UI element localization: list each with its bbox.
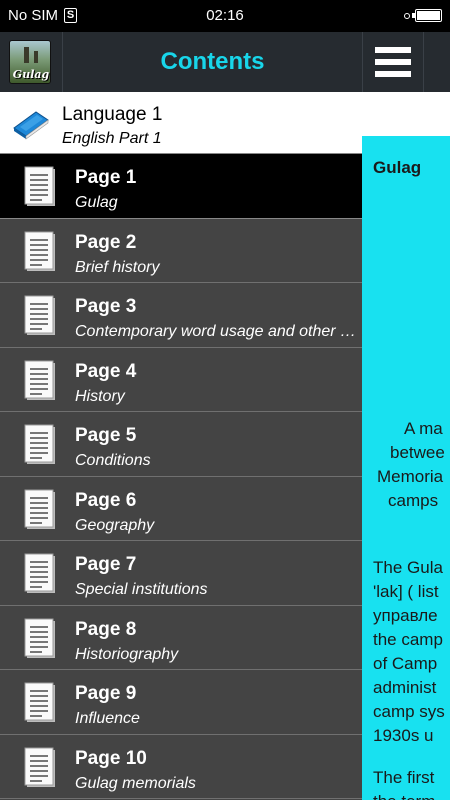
document-icon <box>24 295 55 335</box>
page-subtitle: Contemporary word usage and other meanin… <box>75 323 360 340</box>
document-icon <box>24 618 55 658</box>
document-icon <box>24 747 55 787</box>
article-content[interactable]: Gulag A ma betwee Memoria camps The Gula… <box>362 136 450 800</box>
page-list-item-1[interactable]: Page 1 Gulag <box>0 154 362 219</box>
page-subtitle: Historiography <box>75 645 179 663</box>
page-list: Page 1 Gulag Page 2 Brief history Page 3… <box>0 154 362 799</box>
page-list-item-10[interactable]: Page 10 Gulag memorials <box>0 734 362 799</box>
page-title: Page 4 <box>75 360 137 382</box>
article-heading: Gulag <box>373 158 422 177</box>
page-list-item-4[interactable]: Page 4 History <box>0 347 362 412</box>
hamburger-bar <box>375 47 411 53</box>
logo-tower-shape <box>24 47 29 63</box>
page-title: Page 10 <box>75 747 147 769</box>
image-caption-line: A ma <box>404 419 443 438</box>
book-icon <box>13 111 49 140</box>
alarm-icon <box>404 13 410 19</box>
main-toolbar <box>362 32 450 92</box>
language-subtitle: English Part 1 <box>62 130 162 147</box>
content-top-band <box>362 92 450 136</box>
hamburger-bar <box>375 71 411 77</box>
paragraph-line: administ <box>373 678 437 697</box>
page-list-item-5[interactable]: Page 5 Conditions <box>0 412 362 477</box>
paragraph-line: the camp <box>373 630 443 649</box>
paragraph-line: управле <box>373 606 438 625</box>
image-caption-line: camps <box>388 491 439 510</box>
document-icon <box>24 360 55 400</box>
page-title: Page 5 <box>75 425 137 446</box>
drawer-title: Contents <box>160 48 265 75</box>
battery-icon <box>412 9 442 22</box>
navigation-drawer: Gulag Contents Language 1 English Part 1… <box>0 32 362 800</box>
paragraph-line: 1930s u <box>373 726 434 745</box>
app-logo: Gulag <box>9 40 51 84</box>
status-bar: No SIM S 02:16 <box>0 0 450 32</box>
logo-tower-shape <box>34 51 38 63</box>
page-list-item-9[interactable]: Page 9 Influence <box>0 670 362 735</box>
paragraph-line: of Camp <box>373 654 438 673</box>
page-list-item-2[interactable]: Page 2 Brief history <box>0 218 362 283</box>
image-caption-line: betwee <box>390 443 445 462</box>
page-title: Page 7 <box>75 554 137 575</box>
language-title: Language 1 <box>62 104 163 125</box>
paragraph-line: The first <box>373 768 435 787</box>
page-title: Page 1 <box>75 167 137 188</box>
page-title: Page 8 <box>75 618 137 640</box>
page-subtitle: Brief history <box>75 258 160 276</box>
paragraph-line: the term <box>373 792 435 800</box>
language-selector-row[interactable]: Language 1 English Part 1 <box>0 92 362 154</box>
page-title: Page 3 <box>75 296 137 317</box>
document-icon <box>24 424 55 464</box>
document-icon <box>24 489 55 529</box>
page-subtitle: Gulag memorials <box>75 774 196 792</box>
drawer-header: Gulag Contents <box>0 32 362 92</box>
paragraph-line: 'lak] ( list <box>373 582 439 601</box>
document-icon <box>24 231 55 271</box>
page-list-item-7[interactable]: Page 7 Special institutions <box>0 541 362 606</box>
page-list-item-6[interactable]: Page 6 Geography <box>0 476 362 541</box>
document-icon <box>24 682 55 722</box>
page-list-item-8[interactable]: Page 8 Historiography <box>0 605 362 670</box>
page-subtitle: Influence <box>75 710 140 727</box>
page-title: Page 2 <box>75 231 137 253</box>
page-subtitle: Geography <box>75 516 155 534</box>
page-subtitle: Special institutions <box>75 581 208 598</box>
page-list-item-3[interactable]: Page 3 Contemporary word usage and other… <box>0 283 362 348</box>
image-caption-line: Memoria <box>377 467 444 486</box>
status-time: 02:16 <box>206 7 244 24</box>
app-logo-text: Gulag <box>12 68 50 81</box>
hamburger-bar <box>375 59 411 65</box>
paragraph-line: camp sys <box>373 702 445 721</box>
document-icon <box>24 166 55 206</box>
page-subtitle: Conditions <box>75 452 151 469</box>
menu-button[interactable] <box>362 32 424 92</box>
paragraph-line: The Gula <box>373 558 443 577</box>
document-icon <box>24 553 55 593</box>
page-title: Page 6 <box>75 489 137 511</box>
page-subtitle: History <box>75 387 125 405</box>
page-subtitle: Gulag <box>75 194 118 211</box>
page-title: Page 9 <box>75 683 137 704</box>
